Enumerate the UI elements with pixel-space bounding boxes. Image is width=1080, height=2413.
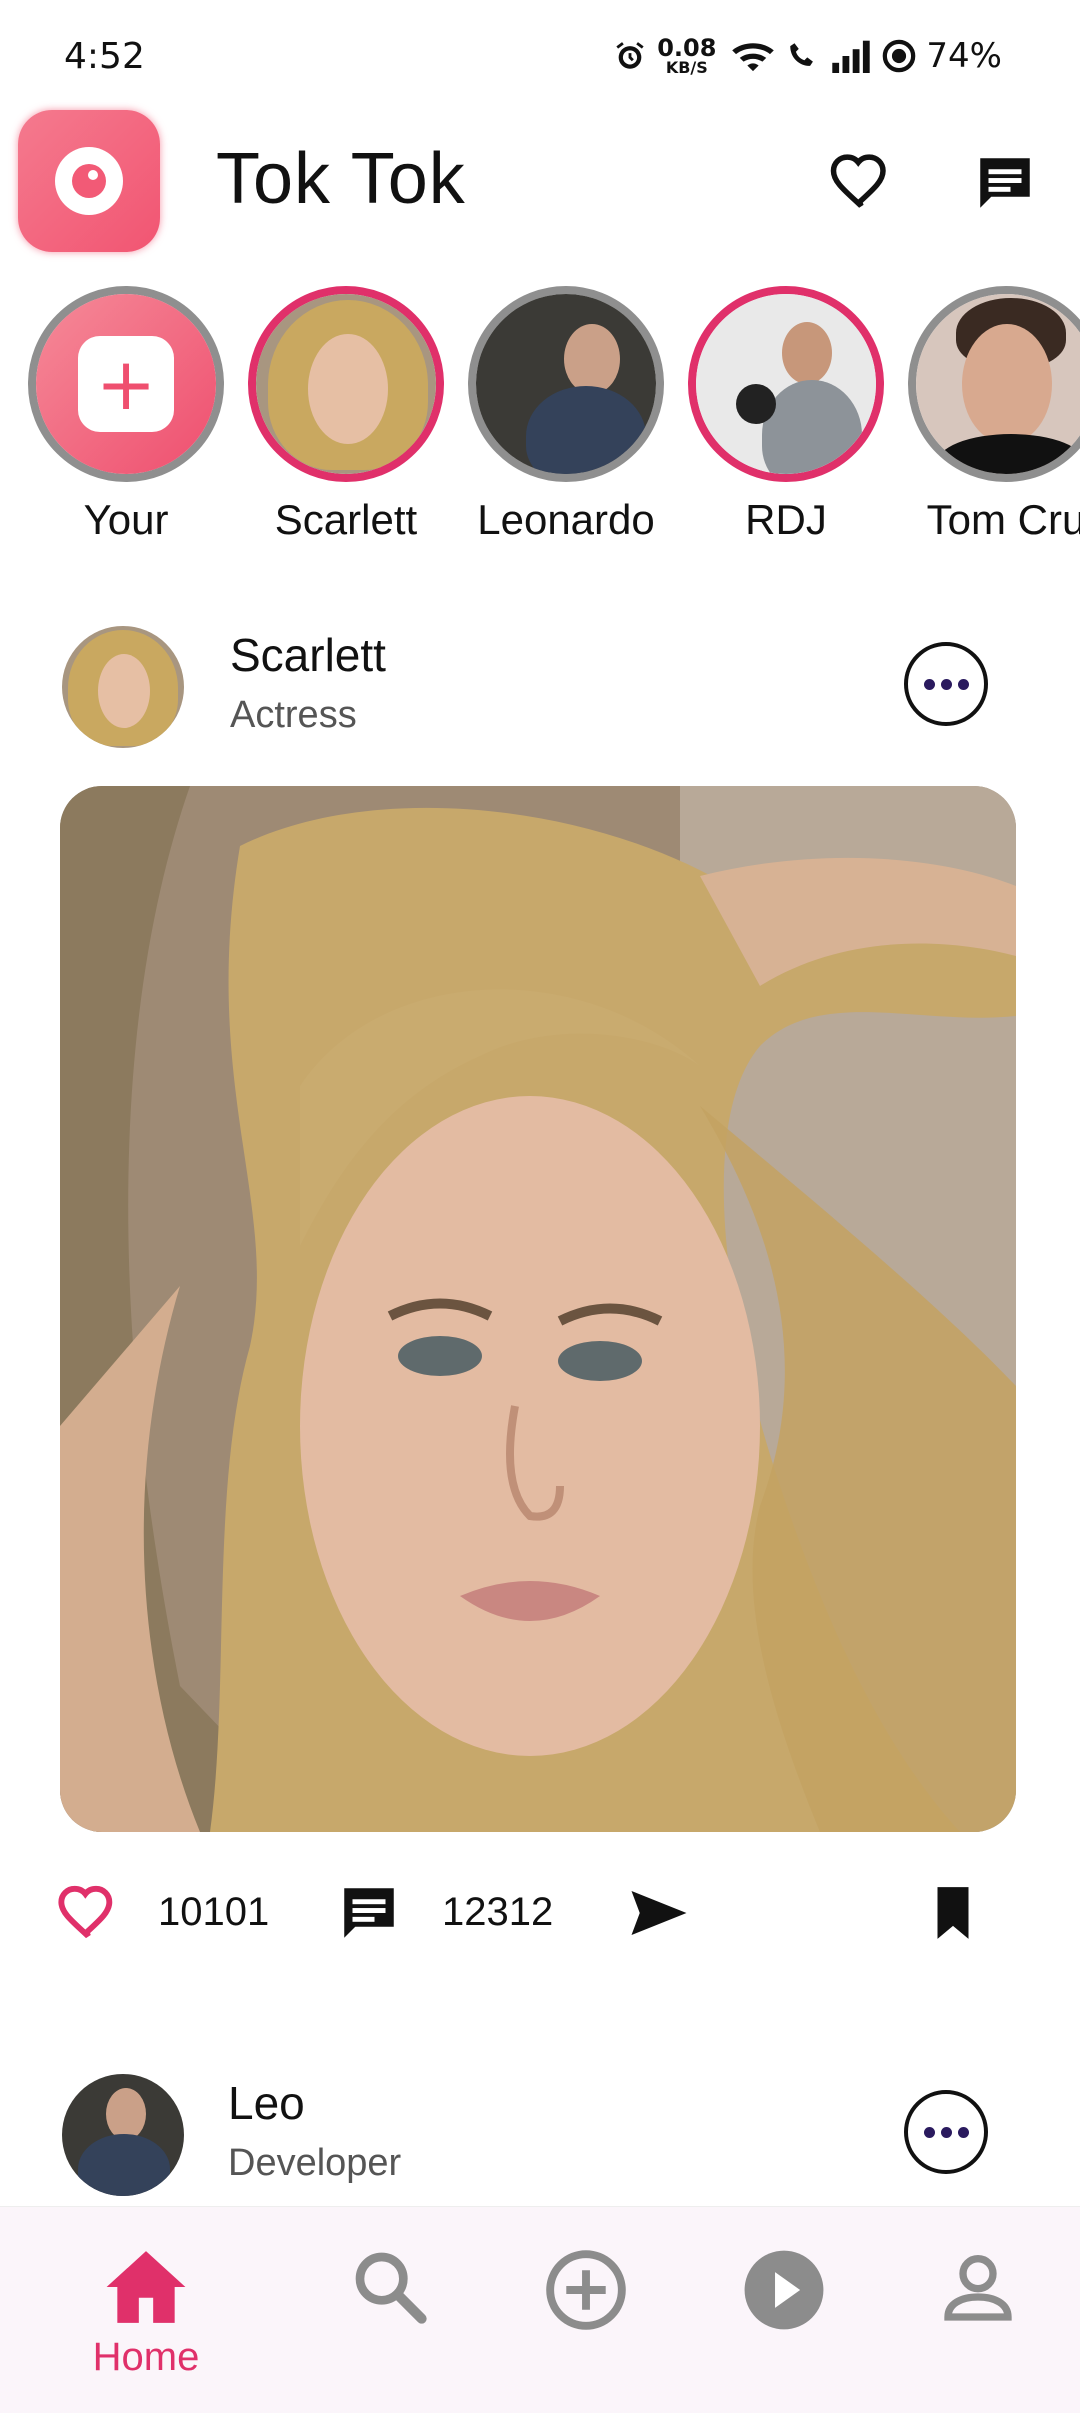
wifi-icon [732, 43, 775, 72]
next-post-header: Leo Developer [0, 2068, 1080, 2198]
story-avatar [908, 286, 1080, 482]
app-title: Tok Tok [216, 139, 466, 219]
heart-outline-icon[interactable] [828, 148, 894, 214]
call-icon [790, 43, 814, 66]
signal-icon [832, 40, 871, 73]
next-post-more-button[interactable] [904, 2090, 988, 2174]
battery-ring-icon [883, 39, 916, 73]
post-header: Scarlett Actress [0, 620, 1080, 750]
status-bar: 4:52 0.08 KB/S 74% [0, 0, 1080, 110]
like-count: 10101 [158, 1890, 270, 1934]
story-avatar [248, 286, 444, 482]
post-image[interactable] [60, 786, 1016, 1832]
comment-icon[interactable] [336, 1880, 402, 1946]
comment-count: 12312 [442, 1890, 554, 1934]
add-story-icon: + [78, 336, 174, 432]
nav-home-label: Home [92, 2335, 200, 2379]
status-time: 4:52 [64, 36, 145, 77]
story-your[interactable]: + Your [26, 286, 226, 544]
bookmark-icon[interactable] [922, 1880, 984, 1946]
battery-percent: 74% [926, 36, 1002, 76]
alarm-icon [616, 42, 644, 69]
add-circle-icon [546, 2250, 626, 2330]
post-author-name[interactable]: Scarlett [230, 628, 386, 682]
bottom-navigation: Home [0, 2206, 1080, 2413]
like-heart-icon[interactable] [56, 1880, 120, 1944]
post-more-button[interactable] [904, 642, 988, 726]
story-label: RDJ [745, 496, 827, 543]
post-author-avatar[interactable] [62, 626, 184, 748]
search-icon [355, 2252, 427, 2324]
profile-icon [944, 2255, 1012, 2321]
story-avatar [688, 286, 884, 482]
story-rdj[interactable]: RDJ [686, 286, 886, 544]
nav-home[interactable]: Home [86, 2247, 206, 2380]
story-label: Your [83, 496, 169, 543]
nav-profile[interactable] [918, 2247, 1038, 2331]
nav-add[interactable] [526, 2247, 646, 2337]
play-circle-icon [744, 2250, 824, 2330]
story-label: Scarlett [274, 496, 418, 543]
story-avatar: + [28, 286, 224, 482]
app-logo[interactable] [18, 110, 160, 252]
home-icon [106, 2251, 186, 2323]
chat-icon[interactable] [972, 150, 1038, 216]
nav-search[interactable] [330, 2247, 450, 2331]
story-label: Leonardo [477, 496, 655, 543]
stories-row: + Your Scarlett Leonardo RDJ Tom Cru [0, 286, 1080, 566]
next-post-author-name[interactable]: Leo [228, 2076, 305, 2130]
post-author-role: Actress [230, 694, 357, 736]
story-label: Tom Cru [926, 496, 1080, 543]
post-actions: 10101 12312 [0, 1880, 1080, 1960]
post-photo [60, 786, 1016, 1832]
net-speed: 0.08 KB/S [657, 34, 717, 77]
status-icons: 0.08 KB/S 74% [613, 36, 1002, 76]
story-avatar [468, 286, 664, 482]
story-scarlett[interactable]: Scarlett [246, 286, 446, 544]
nav-reels[interactable] [724, 2247, 844, 2337]
next-post-author-role: Developer [228, 2142, 402, 2184]
next-post-author-avatar[interactable] [62, 2074, 184, 2196]
app-bar: Tok Tok [0, 110, 1080, 260]
share-send-icon[interactable] [626, 1880, 692, 1946]
story-leonardo[interactable]: Leonardo [466, 286, 666, 544]
story-tom[interactable]: Tom Cru [906, 286, 1080, 544]
